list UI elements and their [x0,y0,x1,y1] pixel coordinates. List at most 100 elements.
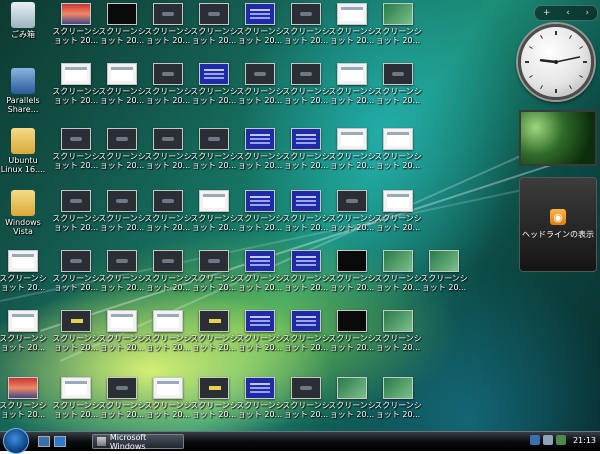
sidebar-controls[interactable]: + ‹ › [534,5,598,21]
screenshot-file-icon[interactable]: スクリーンシ ョット 20... [52,377,100,419]
file-label: スクリーンシ ョット 20... [374,274,422,292]
screenshot-thumbnail-icon [337,190,367,212]
screenshot-file-icon[interactable]: スクリーンシ ョット 20... [52,310,100,352]
screenshot-file-icon[interactable]: スクリーンシ ョット 20... [236,377,284,419]
screenshot-file-icon[interactable]: スクリーンシ ョット 20... [190,190,238,232]
screenshot-file-icon[interactable]: スクリーンシ ョット 20... [52,250,100,292]
desktop-shortcut[interactable]: ごみ箱 [0,2,48,39]
screenshot-file-icon[interactable]: スクリーンシ ョット 20... [190,3,238,45]
sidebar-add-button[interactable]: + [543,8,551,18]
screenshot-file-icon[interactable]: スクリーンシ ョット 20... [144,310,192,352]
screenshot-thumbnail-icon [153,310,183,332]
file-label: スクリーンシ ョット 20... [374,27,422,45]
system-tray: 21:13 [529,435,596,445]
screenshot-file-icon[interactable]: スクリーンシ ョット 20... [374,3,422,45]
desktop-shortcut[interactable]: Parallels Share... [0,68,48,114]
screenshot-file-icon[interactable]: スクリーンシ ョット 20... [52,63,100,105]
screenshot-file-icon[interactable]: スクリーンシ ョット 20... [0,310,47,352]
screenshot-thumbnail-icon [245,190,275,212]
screenshot-file-icon[interactable]: スクリーンシ ョット 20... [236,128,284,170]
taskbar-clock[interactable]: 21:13 [573,436,596,445]
windows-start-button[interactable] [3,428,29,454]
switch-windows-icon[interactable] [54,436,66,447]
screenshot-file-icon[interactable]: スクリーンシ ョット 20... [190,310,238,352]
sidebar-next-button[interactable]: › [585,8,589,18]
desktop-background: ごみ箱 Parallels Share... Ubuntu Linux 16....… [0,0,600,431]
taskbar: Microsoft Windows 21:13 [0,428,600,454]
screenshot-thumbnail-icon [291,377,321,399]
file-label: スクリーンシ ョット 20... [374,87,422,105]
screenshot-file-icon[interactable]: スクリーンシ ョット 20... [282,310,330,352]
screenshot-file-icon[interactable]: スクリーンシ ョット 20... [328,63,376,105]
screenshot-file-icon[interactable]: スクリーンシ ョット 20... [328,128,376,170]
screenshot-file-icon[interactable]: スクリーンシ ョット 20... [282,190,330,232]
screenshot-file-icon[interactable]: スクリーンシ ョット 20... [328,250,376,292]
file-label: スクリーンシ ョット 20... [144,87,192,105]
screenshot-file-icon[interactable]: スクリーンシ ョット 20... [190,377,238,419]
screenshot-file-icon[interactable]: スクリーンシ ョット 20... [328,310,376,352]
screenshot-file-icon[interactable]: スクリーンシ ョット 20... [0,250,47,292]
screenshot-file-icon[interactable]: スクリーンシ ョット 20... [52,128,100,170]
taskbar-button-microsoft-windows[interactable]: Microsoft Windows [92,433,184,451]
screenshot-file-icon[interactable]: スクリーンシ ョット 20... [144,63,192,105]
screenshot-file-icon[interactable]: スクリーンシ ョット 20... [374,63,422,105]
sidebar-prev-button[interactable]: ‹ [566,8,570,18]
network-icon[interactable] [529,435,540,445]
screenshot-file-icon[interactable]: スクリーンシ ョット 20... [374,377,422,419]
screenshot-file-icon[interactable]: スクリーンシ ョット 20... [282,250,330,292]
screenshot-file-icon[interactable]: スクリーンシ ョット 20... [98,63,146,105]
file-label: スクリーンシ ョット 20... [98,401,146,419]
screenshot-thumbnail-icon [153,128,183,150]
feed-headlines-gadget[interactable]: ◉ ヘッドラインの表示 [519,177,597,272]
desktop-shortcut[interactable]: Windows Vista [0,190,48,236]
screenshot-file-icon[interactable]: スクリーンシ ョット 20... [328,377,376,419]
screenshot-file-icon[interactable]: スクリーンシ ョット 20... [144,3,192,45]
show-desktop-icon[interactable] [38,436,50,447]
screenshot-thumbnail-icon [337,310,367,332]
clock-gadget[interactable] [518,24,594,100]
volume-icon[interactable] [542,435,553,445]
desktop-shortcut[interactable]: Ubuntu Linux 16.... [0,128,48,174]
screenshot-file-icon[interactable]: スクリーンシ ョット 20... [98,250,146,292]
file-label: スクリーンシ ョット 20... [52,87,100,105]
screenshot-file-icon[interactable]: スクリーンシ ョット 20... [236,63,284,105]
screenshot-file-icon[interactable]: スクリーンシ ョット 20... [144,190,192,232]
screenshot-file-icon[interactable]: スクリーンシ ョット 20... [98,3,146,45]
screenshot-file-icon[interactable]: スクリーンシ ョット 20... [0,377,47,419]
screenshot-file-icon[interactable]: スクリーンシ ョット 20... [420,250,468,292]
screenshot-thumbnail-icon [107,3,137,25]
screenshot-file-icon[interactable]: スクリーンシ ョット 20... [282,3,330,45]
screenshot-file-icon[interactable]: スクリーンシ ョット 20... [374,250,422,292]
screenshot-file-icon[interactable]: スクリーンシ ョット 20... [144,128,192,170]
screenshot-file-icon[interactable]: スクリーンシ ョット 20... [52,3,100,45]
screenshot-file-icon[interactable]: スクリーンシ ョット 20... [328,190,376,232]
file-label: スクリーンシ ョット 20... [236,401,284,419]
screenshot-file-icon[interactable]: スクリーンシ ョット 20... [144,377,192,419]
screenshot-file-icon[interactable]: スクリーンシ ョット 20... [374,190,422,232]
security-icon[interactable] [555,435,566,445]
screenshot-file-icon[interactable]: スクリーンシ ョット 20... [374,128,422,170]
screenshot-file-icon[interactable]: スクリーンシ ョット 20... [98,377,146,419]
screenshot-file-icon[interactable]: スクリーンシ ョット 20... [190,63,238,105]
screenshot-file-icon[interactable]: スクリーンシ ョット 20... [236,310,284,352]
screenshot-file-icon[interactable]: スクリーンシ ョット 20... [328,3,376,45]
screenshot-file-icon[interactable]: スクリーンシ ョット 20... [236,3,284,45]
screenshot-file-icon[interactable]: スクリーンシ ョット 20... [98,190,146,232]
screenshot-file-icon[interactable]: スクリーンシ ョット 20... [236,250,284,292]
screenshot-file-icon[interactable]: スクリーンシ ョット 20... [282,128,330,170]
file-label: スクリーンシ ョット 20... [0,401,47,419]
screenshot-file-icon[interactable]: スクリーンシ ョット 20... [144,250,192,292]
screenshot-file-icon[interactable]: スクリーンシ ョット 20... [190,250,238,292]
screenshot-file-icon[interactable]: スクリーンシ ョット 20... [52,190,100,232]
screenshot-file-icon[interactable]: スクリーンシ ョット 20... [98,310,146,352]
screenshot-file-icon[interactable]: スクリーンシ ョット 20... [190,128,238,170]
screenshot-file-icon[interactable]: スクリーンシ ョット 20... [374,310,422,352]
screenshot-file-icon[interactable]: スクリーンシ ョット 20... [282,377,330,419]
screenshot-file-icon[interactable]: スクリーンシ ョット 20... [236,190,284,232]
screenshot-file-icon[interactable]: スクリーンシ ョット 20... [282,63,330,105]
file-label: スクリーンシ ョット 20... [144,27,192,45]
clock-tick [569,34,572,39]
slideshow-gadget[interactable] [519,110,597,166]
file-label: スクリーンシ ョット 20... [282,274,330,292]
screenshot-file-icon[interactable]: スクリーンシ ョット 20... [98,128,146,170]
